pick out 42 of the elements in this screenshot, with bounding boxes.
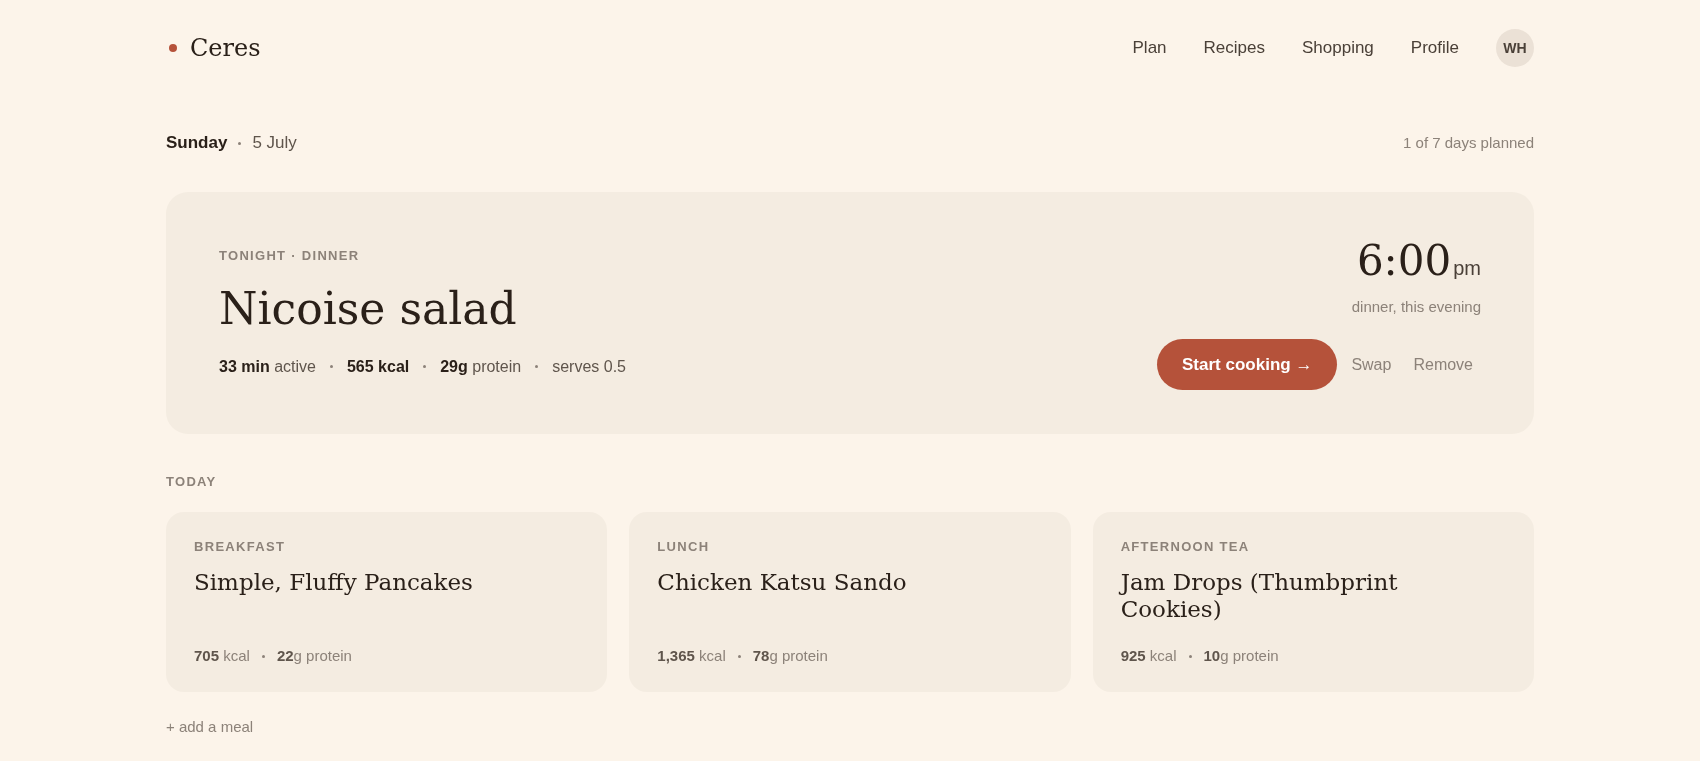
brand-logo-text[interactable]: Ceres — [190, 33, 261, 63]
avatar-button[interactable]: WH — [1496, 29, 1534, 67]
meal-stat: 10g protein — [1203, 646, 1279, 666]
separator-dot-icon — [261, 654, 265, 658]
recipe-stat: serves 0.5 — [552, 356, 626, 377]
meal-title: Jam Drops (Thumbprint Cookies) — [1120, 569, 1399, 623]
meal-stat: 925 kcal — [1120, 646, 1177, 666]
nav-link[interactable]: Shopping — [1301, 36, 1374, 60]
nav-link[interactable]: Profile — [1410, 36, 1459, 60]
separator-dot-icon — [329, 365, 333, 368]
separator-dot-icon — [1188, 654, 1192, 658]
meal-stat: 22g protein — [276, 646, 352, 666]
recipe-stat: 29g protein — [440, 356, 522, 377]
separator-dot-icon — [737, 654, 741, 658]
day-name: Sunday — [166, 132, 228, 154]
brand-dot-icon — [169, 44, 177, 52]
meal-eyebrow: TONIGHT · DINNER — [219, 247, 361, 264]
meal-stat: 1,365 kcal — [657, 646, 726, 666]
meal-title: Chicken Katsu Sando — [657, 569, 908, 596]
nav-link[interactable]: Plan — [1132, 36, 1167, 60]
meal-card[interactable]: LUNCH Chicken Katsu Sando 1,365 kcal 78g protein — [629, 512, 1071, 692]
meal-course-label: LUNCH — [657, 539, 711, 555]
meal-card[interactable]: BREAKFAST Simple, Fluffy Pancakes 705 kcal 22g protein — [166, 512, 608, 692]
recipe-title: Nicoise salad — [219, 281, 518, 336]
meal-time: 6:00 pm — [1355, 236, 1481, 287]
meal-course-label: BREAKFAST — [194, 539, 287, 555]
meal-stat: 705 kcal — [194, 646, 250, 666]
meal-time-note: dinner, this evening — [1350, 297, 1481, 317]
separator-dot-icon — [238, 141, 242, 145]
recipe-stat: 33 min active — [219, 356, 316, 377]
meal-card[interactable]: AFTERNOON TEA Jam Drops (Thumbprint Cookies) 925 kcal 10g protein — [1092, 512, 1534, 692]
meal-title: Simple, Fluffy Pancakes — [194, 569, 474, 596]
section-label: TODAY — [166, 474, 218, 490]
separator-dot-icon — [423, 365, 427, 368]
meal-stat: 78g protein — [752, 646, 828, 666]
plan-progress-text: 1 of 7 days planned — [1403, 133, 1534, 153]
nav-link[interactable]: Recipes — [1203, 36, 1265, 60]
meal-course-label: AFTERNOON TEA — [1120, 539, 1251, 555]
primary-button[interactable]: Start cooking → — [1157, 339, 1338, 390]
separator-dot-icon — [535, 365, 539, 368]
recipe-stat: 565 kcal — [346, 356, 410, 377]
day-date: 5 July — [252, 132, 297, 154]
